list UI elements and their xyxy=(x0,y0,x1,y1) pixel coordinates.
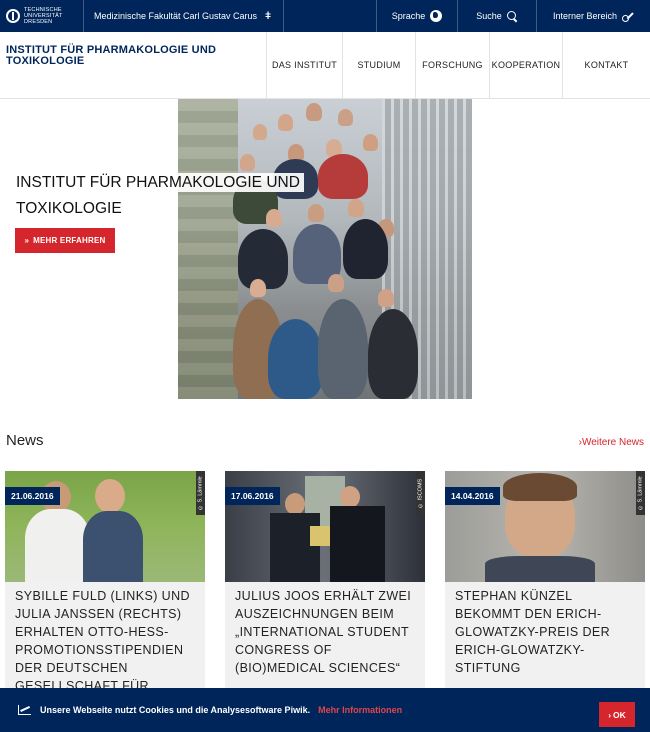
cookie-ok-label: OK xyxy=(613,709,626,720)
search-label: Suche xyxy=(476,11,502,21)
photo-person xyxy=(343,219,388,279)
learn-more-label: MEHR ERFAHREN xyxy=(33,236,106,245)
news-heading: News xyxy=(6,432,44,449)
photo-person xyxy=(278,114,293,131)
news-date: 21.06.2016 xyxy=(5,487,60,505)
news-date: 14.04.2016 xyxy=(445,487,500,505)
nav-forschung[interactable]: FORSCHUNG xyxy=(415,32,489,98)
photo-credit: © S. Lämmle xyxy=(636,471,645,515)
nav-das-institut[interactable]: DAS INSTITUT xyxy=(266,32,342,98)
analytics-chart-icon xyxy=(18,705,31,715)
photo-credit: © ISCOMS xyxy=(416,471,425,515)
search-icon xyxy=(506,10,518,22)
search-button[interactable]: Suche xyxy=(457,0,536,32)
institute-name[interactable]: INSTITUT FÜR PHARMAKOLOGIE UND TOXIKOLOG… xyxy=(0,32,266,98)
cookie-more-info-link[interactable]: Mehr Informationen xyxy=(318,705,402,715)
language-button[interactable]: Sprache xyxy=(376,0,457,32)
cookie-message: Unsere Webseite nutzt Cookies und die An… xyxy=(40,705,311,715)
photo-person xyxy=(378,289,394,307)
photo-person xyxy=(268,319,323,399)
chevron-double-down-icon: » xyxy=(24,236,30,245)
chevron-right-icon: › xyxy=(608,709,612,720)
faculty-caret-icon: ǂ xyxy=(265,10,271,22)
photo-person xyxy=(253,124,267,140)
news-date: 17.06.2016 xyxy=(225,487,280,505)
photo-person xyxy=(368,309,418,399)
internal-area-label: Interner Bereich xyxy=(552,11,618,21)
photo-person xyxy=(250,279,266,297)
photo-person xyxy=(318,154,368,199)
nav-kooperation[interactable]: KOOPERATION xyxy=(489,32,562,98)
faculty-link[interactable]: Medizinische Fakultät Carl Gustav Carus … xyxy=(84,0,284,32)
photo-person xyxy=(338,109,353,126)
site-header: INSTITUT FÜR PHARMAKOLOGIE UND TOXIKOLOG… xyxy=(0,32,650,99)
photo-background-left xyxy=(178,99,238,399)
language-label: Sprache xyxy=(391,11,426,21)
logo-line-3: DRESDEN xyxy=(24,19,53,25)
key-icon xyxy=(622,10,634,22)
news-headline[interactable]: SYBILLE FULD (LINKS) UND JULIA JANSSEN (… xyxy=(15,587,199,695)
news-card[interactable]: 14.04.2016 © S. Lämmle STEPHAN KÜNZEL BE… xyxy=(445,471,645,701)
photo-person xyxy=(240,154,255,171)
globe-icon xyxy=(430,10,443,22)
photo-person xyxy=(328,274,344,292)
main-nav: DAS INSTITUT STUDIUM FORSCHUNG KOOPERATI… xyxy=(266,32,650,98)
news-headline[interactable]: JULIUS JOOS ERHÄLT ZWEI AUSZEICHNUNGEN B… xyxy=(235,587,419,677)
photo-person xyxy=(363,134,378,151)
photo-person xyxy=(318,299,368,399)
news-card[interactable]: 21.06.2016 © S. Lämmle SYBILLE FULD (LIN… xyxy=(5,471,205,701)
tu-logo-mark xyxy=(6,9,20,23)
internal-area-button[interactable]: Interner Bereich xyxy=(536,0,650,32)
group-photo xyxy=(178,99,472,399)
news-headline[interactable]: STEPHAN KÜNZEL BEKOMMT DEN ERICH-GLOWATZ… xyxy=(455,587,639,677)
hero-section: INSTITUT FÜR PHARMAKOLOGIE UND TOXIKOLOG… xyxy=(0,99,650,399)
tu-dresden-logo[interactable]: TECHNISCHE UNIVERSITÄT DRESDEN xyxy=(0,0,84,32)
tu-logo-text: TECHNISCHE UNIVERSITÄT DRESDEN xyxy=(24,7,63,25)
photo-person xyxy=(348,199,364,217)
more-news-link[interactable]: ›Weitere News xyxy=(579,437,644,448)
nav-studium[interactable]: STUDIUM xyxy=(342,32,415,98)
photo-credit: © S. Lämmle xyxy=(196,471,205,515)
hero-title: INSTITUT FÜR PHARMAKOLOGIE UND TOXIKOLOG… xyxy=(12,170,307,222)
cookie-ok-button[interactable]: › OK xyxy=(599,702,635,727)
photo-person xyxy=(306,103,322,121)
learn-more-button[interactable]: » MEHR ERFAHREN xyxy=(15,228,115,253)
faculty-label: Medizinische Fakultät Carl Gustav Carus xyxy=(94,11,258,21)
photo-person xyxy=(308,204,324,222)
nav-kontakt[interactable]: KONTAKT xyxy=(562,32,650,98)
news-card[interactable]: 17.06.2016 © ISCOMS JULIUS JOOS ERHÄLT Z… xyxy=(225,471,425,701)
cookie-banner: Unsere Webseite nutzt Cookies und die An… xyxy=(0,688,650,732)
top-bar: TECHNISCHE UNIVERSITÄT DRESDEN Medizinis… xyxy=(0,0,650,32)
